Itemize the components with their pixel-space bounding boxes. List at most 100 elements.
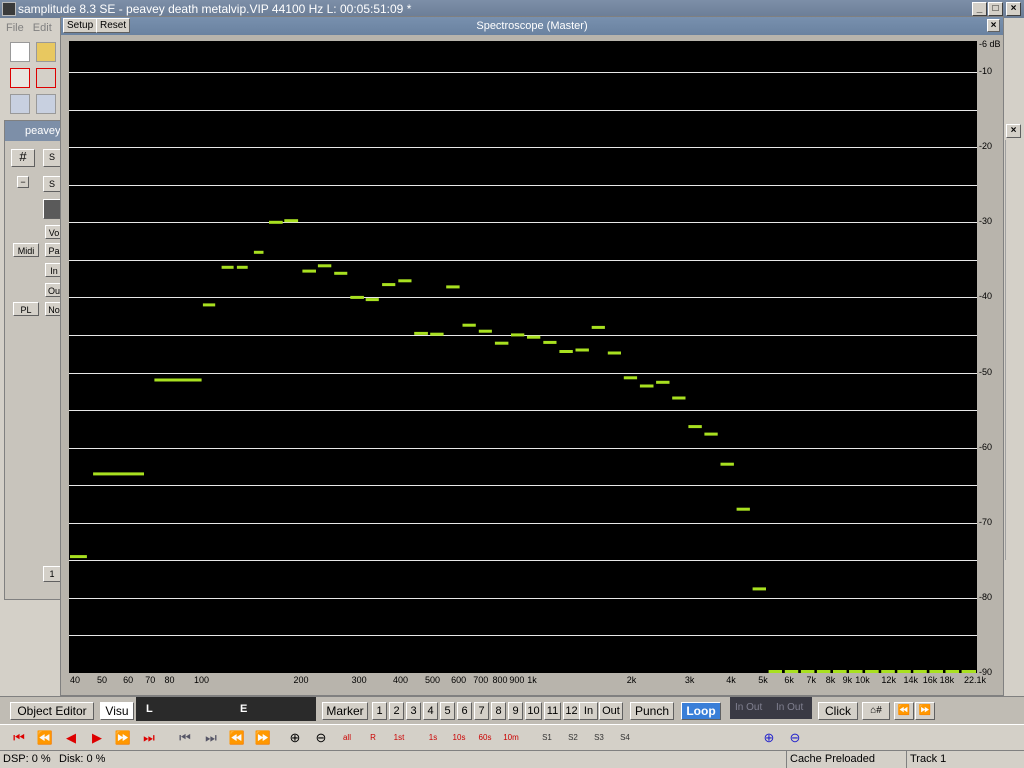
marker-number-button[interactable]: 11 bbox=[544, 702, 561, 720]
spectroscope-titlebar: Setup Reset Spectroscope (Master) × bbox=[61, 17, 1003, 35]
object-editor-button[interactable]: Object Editor bbox=[10, 702, 94, 720]
spectrum-bar bbox=[672, 396, 686, 400]
marker-number-button[interactable]: 6 bbox=[457, 702, 472, 720]
lock-grid-button[interactable]: ⌂# bbox=[862, 702, 890, 720]
marker-number-button[interactable]: 1 bbox=[372, 702, 387, 720]
zoom-preset-icon[interactable]: all bbox=[336, 728, 358, 748]
play-icon[interactable]: ▶ bbox=[86, 728, 108, 748]
frequency-tick-label: 50 bbox=[96, 675, 108, 685]
db-tick-label: -50 bbox=[979, 367, 993, 377]
next-marker-icon[interactable]: ⏭ bbox=[200, 728, 222, 748]
dark-in-out-2[interactable]: In Out bbox=[776, 702, 803, 713]
marker-number-button[interactable]: 8 bbox=[491, 702, 506, 720]
marker-number-button[interactable]: 3 bbox=[406, 702, 421, 720]
zoom-track-in-icon[interactable]: ⊕ bbox=[758, 728, 780, 748]
zoom-preset-icon[interactable]: 10m bbox=[500, 728, 522, 748]
punch-button[interactable]: Punch bbox=[630, 702, 674, 720]
spectroscope-close-button[interactable]: × bbox=[987, 19, 1000, 32]
transport-bar: Object Editor Visu L E Marker 1234567891… bbox=[0, 696, 1024, 724]
out-button[interactable]: Out bbox=[599, 702, 623, 720]
spectrum-bar bbox=[284, 219, 299, 223]
zoom-preset-icon[interactable]: 1s bbox=[422, 728, 444, 748]
zoom-track-out-icon[interactable]: ⊖ bbox=[784, 728, 806, 748]
range-icon[interactable] bbox=[36, 68, 56, 88]
zoom-preset-icon[interactable]: S3 bbox=[588, 728, 610, 748]
marker-number-button[interactable]: 9 bbox=[508, 702, 523, 720]
grid-icon[interactable]: # bbox=[11, 149, 35, 167]
reverse-play-icon[interactable]: ◀ bbox=[60, 728, 82, 748]
db-tick-label: -60 bbox=[979, 442, 993, 452]
open-folder-icon[interactable] bbox=[36, 42, 56, 62]
rewind-button[interactable]: ⏪ bbox=[894, 702, 914, 720]
loop-button[interactable]: Loop bbox=[681, 702, 721, 720]
maximize-button[interactable]: □ bbox=[988, 2, 1003, 16]
spectrum-bar bbox=[221, 265, 234, 269]
frequency-tick-label: 6k bbox=[784, 675, 794, 685]
project-button-one[interactable]: 1 bbox=[43, 566, 61, 582]
pl-button[interactable]: PL bbox=[13, 302, 39, 316]
rewind-icon[interactable]: ⏪ bbox=[34, 728, 56, 748]
track-split-icon[interactable] bbox=[36, 94, 56, 114]
setup-menu[interactable]: Setup bbox=[63, 18, 98, 33]
app-icon bbox=[2, 2, 16, 16]
spectroscope-window: Setup Reset Spectroscope (Master) × -6 d… bbox=[60, 16, 1004, 696]
spectrum-bar bbox=[269, 220, 283, 224]
db-tick-label: -80 bbox=[979, 592, 993, 602]
next-object-icon[interactable]: ⏩ bbox=[252, 728, 274, 748]
minimize-button[interactable]: _ bbox=[972, 2, 987, 16]
spectrum-bar bbox=[478, 329, 492, 333]
zoom-preset-icon[interactable]: R bbox=[362, 728, 384, 748]
zoom-preset-icon[interactable]: S2 bbox=[562, 728, 584, 748]
close-button[interactable]: × bbox=[1006, 2, 1021, 16]
prev-object-icon[interactable]: ⏪ bbox=[226, 728, 248, 748]
prev-marker-icon[interactable]: ⏮ bbox=[174, 728, 196, 748]
frequency-tick-label: 60 bbox=[123, 675, 134, 685]
zoom-preset-icon[interactable]: S1 bbox=[536, 728, 558, 748]
go-to-start-icon[interactable]: ⏮ bbox=[8, 728, 30, 748]
new-file-icon[interactable] bbox=[10, 42, 30, 62]
marker-number-button[interactable]: 10 bbox=[525, 702, 542, 720]
range-select-icon[interactable] bbox=[10, 68, 30, 88]
go-to-end-icon[interactable]: ⏭ bbox=[138, 728, 160, 748]
project-button-s1[interactable]: S bbox=[43, 149, 61, 167]
zoom-preset-icon[interactable]: 1st bbox=[388, 728, 410, 748]
in-button[interactable]: In bbox=[579, 702, 598, 720]
midi-button[interactable]: Midi bbox=[13, 243, 39, 257]
dark-in-out-1[interactable]: In Out bbox=[735, 702, 762, 713]
zoom-preset-icon[interactable]: S4 bbox=[614, 728, 636, 748]
cache-status: Cache Preloaded bbox=[786, 751, 906, 768]
spectrum-bar bbox=[93, 472, 144, 476]
visual-tab[interactable]: Visu bbox=[100, 702, 134, 720]
marker-number-button[interactable]: 12 bbox=[563, 702, 580, 720]
marker-number-button[interactable]: 2 bbox=[389, 702, 404, 720]
zoom-in-icon[interactable]: ⊕ bbox=[284, 728, 306, 748]
track-move-icon[interactable] bbox=[10, 94, 30, 114]
marker-number-button[interactable]: 5 bbox=[440, 702, 455, 720]
project-close-button[interactable]: × bbox=[1006, 124, 1021, 138]
menu-file[interactable]: File bbox=[6, 22, 24, 34]
zoom-preset-icon[interactable]: 60s bbox=[474, 728, 496, 748]
spectrum-bar bbox=[70, 555, 87, 559]
knob-icon[interactable] bbox=[43, 199, 61, 219]
click-button[interactable]: Click bbox=[818, 702, 858, 720]
menu-bar: File Edit bbox=[0, 18, 62, 38]
zoom-preset-icon[interactable]: 10s bbox=[448, 728, 470, 748]
frequency-tick-label: 18k bbox=[939, 675, 955, 685]
frequency-tick-label: 200 bbox=[293, 675, 309, 685]
menu-edit[interactable]: Edit bbox=[33, 22, 52, 34]
frequency-tick-label: 300 bbox=[351, 675, 367, 685]
collapse-icon[interactable]: − bbox=[17, 176, 29, 188]
vertical-scrollbar[interactable] bbox=[1005, 140, 1022, 560]
zoom-out-icon[interactable]: ⊖ bbox=[310, 728, 332, 748]
project-button-s2[interactable]: S bbox=[43, 176, 61, 192]
forward-icon[interactable]: ⏩ bbox=[112, 728, 134, 748]
reset-menu[interactable]: Reset bbox=[96, 18, 131, 33]
marker-number-button[interactable]: 7 bbox=[474, 702, 489, 720]
spectrum-bar bbox=[202, 303, 216, 307]
marker-number-button[interactable]: 4 bbox=[423, 702, 438, 720]
dsp-status: DSP: 0 % bbox=[3, 753, 51, 765]
spectrum-bar bbox=[591, 325, 605, 329]
spectrum-bar bbox=[688, 425, 702, 429]
marker-button[interactable]: Marker bbox=[322, 702, 368, 720]
fast-forward-button[interactable]: ⏩ bbox=[915, 702, 935, 720]
